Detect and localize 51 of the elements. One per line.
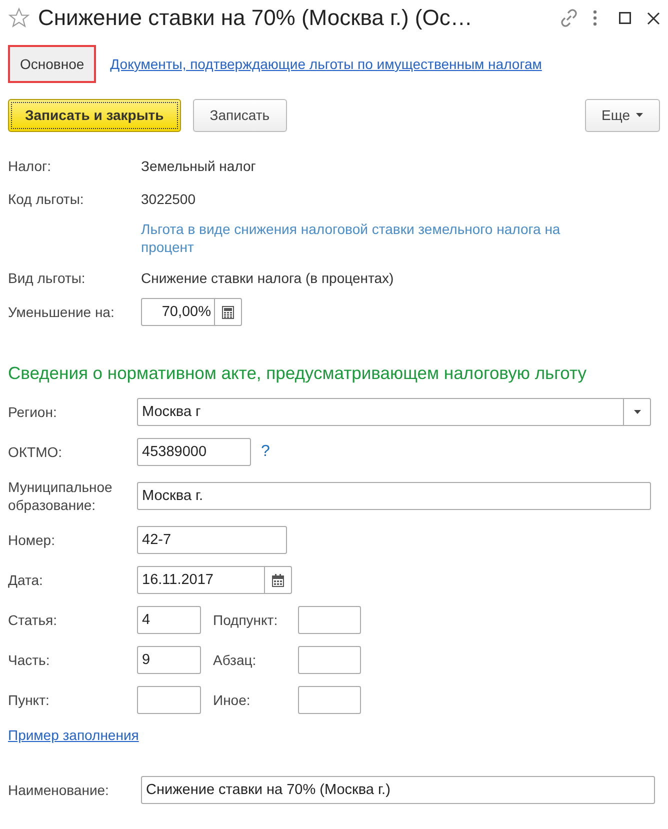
region-select[interactable]: Москва г	[137, 398, 651, 426]
field-label: Статья:	[8, 611, 58, 629]
input-field[interactable]: Снижение ставки на 70% (Москва г.)	[141, 776, 655, 804]
calculator-icon	[222, 306, 234, 318]
caret-icon	[636, 113, 643, 117]
save-and-close-button[interactable]: Записать и закрыть	[8, 98, 181, 132]
close-icon[interactable]	[647, 12, 660, 24]
date-field[interactable]: 16.11.2017	[137, 566, 292, 594]
input-field[interactable]	[298, 606, 361, 634]
field-label: Иное:	[213, 692, 252, 708]
field-label: Абзац:	[213, 652, 258, 668]
input-field[interactable]	[137, 686, 201, 714]
input-field[interactable]: 45389000	[137, 438, 251, 466]
field-label: Номер:	[8, 531, 56, 549]
input-field[interactable]: 4	[137, 606, 201, 634]
more-icon[interactable]	[593, 10, 597, 26]
field-label: Наименование:	[8, 781, 110, 799]
benefit-description: Льгота в виде снижения налоговой ставки земельного налога на процент	[141, 220, 562, 256]
field-label: Уменьшение на:	[8, 303, 116, 321]
input-field[interactable]: 42-7	[137, 526, 287, 554]
field-label: Налог:	[8, 157, 52, 175]
field-value: Земельный налог	[141, 157, 256, 175]
save-button[interactable]: Записать	[192, 98, 287, 132]
window-title: Снижение ставки на 70% (Москва г.) (Ос…	[38, 5, 474, 31]
help-link[interactable]: ?	[261, 443, 270, 461]
field-label: Пункт:	[8, 691, 50, 709]
input-field[interactable]: Москва г.	[137, 482, 651, 510]
field-label: Часть:	[8, 651, 51, 669]
caret-icon	[634, 410, 640, 414]
input-field[interactable]: 9	[137, 646, 201, 674]
tab[interactable]: Основное	[8, 45, 96, 83]
calendar-icon	[272, 574, 284, 586]
field-label: Регион:	[8, 403, 58, 421]
field-value: Снижение ставки налога (в процентах)	[141, 269, 394, 287]
maximize-icon[interactable]	[619, 12, 631, 24]
example-link[interactable]: Пример заполнения	[8, 727, 139, 743]
field-label: ОКТМО:	[8, 443, 64, 461]
more-button[interactable]: Еще	[584, 98, 660, 132]
field-label: Вид льготы:	[8, 269, 86, 287]
link-icon[interactable]	[559, 8, 579, 28]
field-label: Подпункт:	[213, 612, 279, 628]
field-value: 3022500	[141, 190, 196, 208]
tab-link[interactable]: Документы, подтверждающие льготы по имущественным налогам	[110, 56, 542, 72]
section-title: Сведения о нормативном акте, предусматривающем налоговую льготу	[8, 362, 588, 384]
input-field[interactable]	[298, 686, 361, 714]
percent-field[interactable]: 70,00%	[141, 298, 242, 326]
field-label: Дата:	[8, 571, 44, 589]
star-icon[interactable]	[8, 7, 30, 29]
field-label: Код льготы:	[8, 190, 85, 208]
input-field[interactable]	[298, 646, 361, 674]
field-label: Муниципальное образование:	[8, 478, 114, 514]
